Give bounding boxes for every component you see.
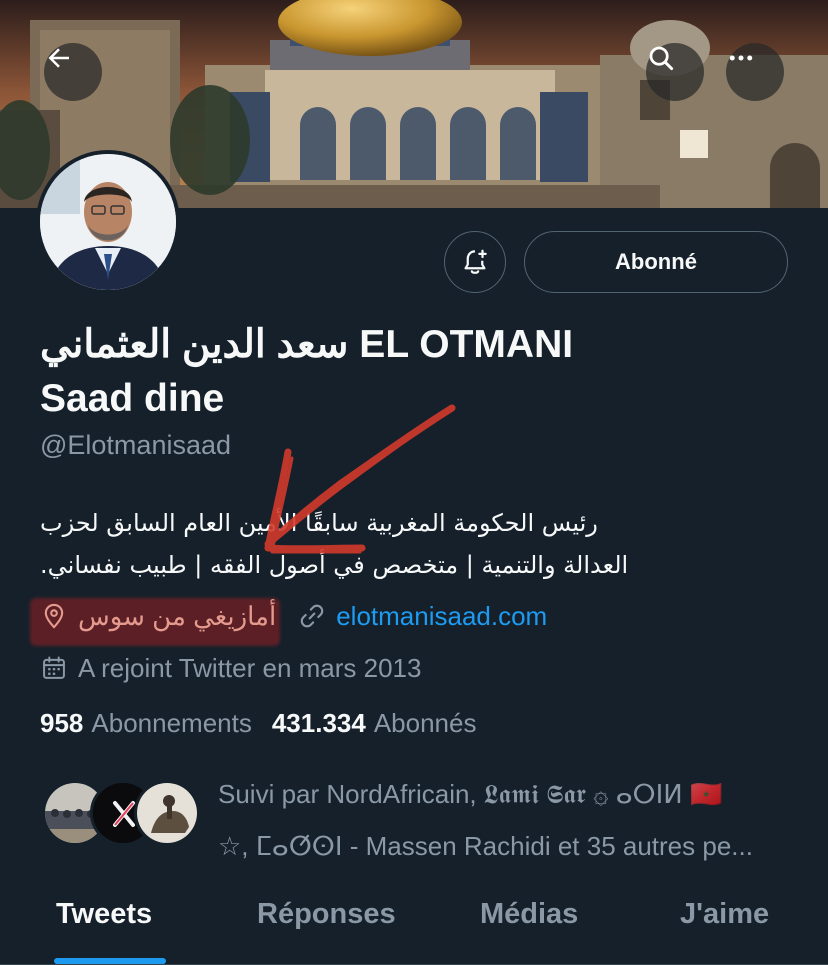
more-button[interactable]: [726, 43, 784, 101]
joined-row: A rejoint Twitter en mars 2013: [40, 648, 421, 688]
followers-label: Abonnés: [373, 708, 477, 738]
following-button[interactable]: Abonné: [524, 231, 788, 293]
tab-likes[interactable]: J'aime: [680, 898, 769, 931]
link-icon: [298, 602, 326, 630]
followed-by-line-1: Suivi par NordAfricain, 𝕷𝖆𝖒𝖎 𝕾𝖆𝖗 ۞ ⴰⵔⵏⵍ …: [218, 779, 723, 809]
back-button[interactable]: [44, 43, 102, 101]
tab-replies[interactable]: Réponses: [257, 898, 396, 931]
notifications-button[interactable]: [444, 231, 506, 293]
follow-stats: 958 Abonnements 431.334 Abonnés: [40, 708, 476, 739]
bio-line-1: رئيس الحكومة المغربية سابقًا الأمين العا…: [40, 509, 598, 537]
following-label: Abonnements: [91, 708, 252, 738]
bio-line-2: العدالة والتنمية | متخصص في أصول الفقه |…: [40, 551, 629, 579]
website-link[interactable]: elotmanisaad.com: [336, 601, 547, 632]
username: @Elotmanisaad: [40, 430, 232, 460]
calendar-icon: [40, 654, 68, 682]
following-count: 958: [40, 708, 84, 738]
search-icon: [649, 46, 674, 71]
bell-plus-icon: [464, 249, 487, 274]
tab-tweets[interactable]: Tweets: [56, 898, 152, 931]
more-horizontal-icon: [729, 55, 753, 61]
follower-avatar-3: [134, 780, 200, 846]
bio: رئيس الحكومة المغربية سابقًا الأمين العا…: [40, 502, 792, 586]
arrow-left-icon: [48, 48, 69, 68]
joined-date: A rejoint Twitter en mars 2013: [78, 652, 422, 683]
avatar[interactable]: [36, 150, 180, 294]
followers-count: 431.334: [271, 708, 366, 738]
location-pin-icon: [40, 602, 68, 630]
display-name: سعد الدين العثماني EL OTMANI Saad dine: [40, 323, 574, 420]
followed-by-text: Suivi par NordAfricain, 𝕷𝖆𝖒𝖎 𝕾𝖆𝖗 ۞ ⴰⵔⵏⵍ …: [218, 768, 790, 872]
tab-media[interactable]: Médias: [480, 898, 578, 931]
followed-by-line-2: ☆, ⵎⴰⵚⵙⵏ - Massen Rachidi et 35 autres p…: [218, 831, 753, 861]
followers-stat[interactable]: 431.334 Abonnés: [272, 708, 477, 739]
location-text: أمازيغي من سوس: [78, 600, 277, 631]
location-website-row: أمازيغي من سوس elotmanisaad.com: [40, 596, 547, 636]
following-stat[interactable]: 958 Abonnements: [40, 708, 252, 739]
profile-tabs: Tweets Réponses Médias J'aime: [0, 880, 828, 965]
search-button[interactable]: [646, 43, 704, 101]
active-tab-indicator: [54, 958, 166, 964]
avatar-photo: [40, 154, 176, 290]
